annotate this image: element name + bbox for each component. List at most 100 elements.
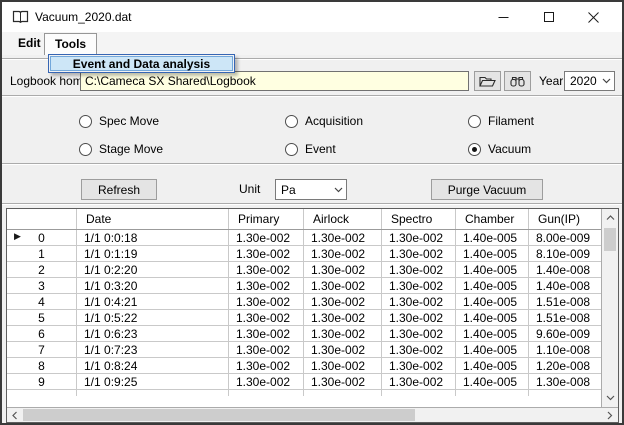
data-cell[interactable]: 1.51e-008 — [529, 310, 601, 325]
data-cell[interactable]: 1.30e-002 — [382, 294, 456, 309]
data-cell[interactable]: 1.30e-002 — [382, 374, 456, 389]
row-header-cell[interactable]: 1 — [7, 246, 77, 261]
row-header-cell[interactable]: 8 — [7, 358, 77, 373]
data-cell[interactable]: 1.20e-008 — [529, 358, 601, 373]
data-cell[interactable]: 1.40e-008 — [529, 262, 601, 277]
data-cell[interactable]: 1/1 0:0:18 — [77, 230, 229, 245]
data-cell[interactable]: 1.40e-005 — [456, 342, 529, 357]
data-cell[interactable]: 1/1 0:9:25 — [77, 374, 229, 389]
horizontal-scrollbar[interactable] — [7, 407, 618, 422]
data-cell[interactable]: 1.30e-002 — [382, 246, 456, 261]
purge-vacuum-button[interactable]: Purge Vacuum — [431, 179, 543, 200]
maximize-button[interactable] — [526, 2, 571, 32]
data-cell[interactable]: 9.60e-009 — [529, 326, 601, 341]
data-cell[interactable]: 1.40e-005 — [456, 374, 529, 389]
data-cell[interactable]: 1.40e-005 — [456, 230, 529, 245]
data-cell[interactable]: 1.30e-002 — [304, 310, 382, 325]
data-cell[interactable]: 1.30e-002 — [229, 310, 304, 325]
table-row[interactable]: 61/1 0:6:231.30e-0021.30e-0021.30e-0021.… — [7, 326, 601, 342]
data-cell[interactable]: 1.30e-002 — [229, 246, 304, 261]
year-select[interactable]: 2020 — [564, 71, 615, 91]
scroll-left-icon[interactable] — [7, 408, 23, 422]
data-cell[interactable]: 1/1 0:8:24 — [77, 358, 229, 373]
vertical-scroll-thumb[interactable] — [604, 228, 616, 251]
data-cell[interactable]: 1/1 0:6:23 — [77, 326, 229, 341]
data-cell[interactable]: 1/1 0:7:23 — [77, 342, 229, 357]
row-header-cell[interactable]: 6 — [7, 326, 77, 341]
close-button[interactable] — [571, 2, 616, 32]
scroll-down-icon[interactable] — [602, 390, 618, 406]
menu-item-event-and-data-analysis[interactable]: Event and Data analysis — [50, 56, 233, 71]
table-row[interactable]: 71/1 0:7:231.30e-0021.30e-0021.30e-0021.… — [7, 342, 601, 358]
table-row[interactable]: 41/1 0:4:211.30e-0021.30e-0021.30e-0021.… — [7, 294, 601, 310]
data-cell[interactable]: 1.30e-002 — [304, 294, 382, 309]
data-cell[interactable]: 1.30e-002 — [382, 342, 456, 357]
column-header-spectro[interactable]: Spectro — [382, 209, 456, 229]
data-cell[interactable]: 1/1 0:5:22 — [77, 310, 229, 325]
unit-select[interactable]: Pa — [275, 179, 347, 200]
radio-spec-move[interactable]: Spec Move — [79, 114, 159, 128]
table-row[interactable]: 81/1 0:8:241.30e-0021.30e-0021.30e-0021.… — [7, 358, 601, 374]
data-cell[interactable]: 1/1 0:1:19 — [77, 246, 229, 261]
data-cell[interactable]: 1.30e-002 — [229, 358, 304, 373]
column-header-rowselector[interactable] — [7, 209, 77, 229]
table-row[interactable]: 21/1 0:2:201.30e-0021.30e-0021.30e-0021.… — [7, 262, 601, 278]
data-cell[interactable]: 1.40e-008 — [529, 278, 601, 293]
search-logbook-button[interactable] — [504, 71, 531, 91]
data-cell[interactable]: 1.30e-002 — [382, 358, 456, 373]
data-cell[interactable]: 1.30e-002 — [382, 326, 456, 341]
data-cell[interactable]: 1.40e-005 — [456, 358, 529, 373]
radio-event[interactable]: Event — [285, 142, 336, 156]
data-cell[interactable]: 1.30e-002 — [304, 342, 382, 357]
data-cell[interactable]: 1.30e-002 — [304, 358, 382, 373]
menu-tools[interactable]: Tools — [44, 33, 97, 55]
data-cell[interactable]: 1/1 0:3:20 — [77, 278, 229, 293]
data-cell[interactable]: 1.30e-002 — [304, 374, 382, 389]
data-cell[interactable]: 1.30e-008 — [529, 374, 601, 389]
data-cell[interactable]: 1.30e-002 — [229, 278, 304, 293]
column-header-airlock[interactable]: Airlock — [304, 209, 382, 229]
data-cell[interactable]: 1.51e-008 — [529, 294, 601, 309]
table-row[interactable]: 51/1 0:5:221.30e-0021.30e-0021.30e-0021.… — [7, 310, 601, 326]
data-cell[interactable]: 1.30e-002 — [229, 262, 304, 277]
data-cell[interactable]: 8.00e-009 — [529, 230, 601, 245]
scroll-up-icon[interactable] — [602, 210, 618, 226]
data-cell[interactable]: 1.30e-002 — [229, 342, 304, 357]
data-cell[interactable]: 1.30e-002 — [304, 262, 382, 277]
row-header-cell[interactable]: 7 — [7, 342, 77, 357]
browse-folder-button[interactable] — [474, 71, 501, 91]
data-cell[interactable]: 1.40e-005 — [456, 310, 529, 325]
radio-acquisition[interactable]: Acquisition — [285, 114, 363, 128]
table-row[interactable]: 11/1 0:1:191.30e-0021.30e-0021.30e-0021.… — [7, 246, 601, 262]
radio-stage-move[interactable]: Stage Move — [79, 142, 163, 156]
data-cell[interactable]: 1.30e-002 — [382, 262, 456, 277]
data-cell[interactable]: 1.30e-002 — [229, 374, 304, 389]
data-cell[interactable]: 1.30e-002 — [304, 246, 382, 261]
horizontal-scroll-thumb[interactable] — [23, 409, 415, 421]
scroll-right-icon[interactable] — [602, 408, 618, 422]
table-row[interactable]: ▶01/1 0:0:181.30e-0021.30e-0021.30e-0021… — [7, 230, 601, 246]
vertical-scrollbar[interactable] — [601, 209, 618, 407]
row-header-cell[interactable]: 4 — [7, 294, 77, 309]
data-cell[interactable]: 1/1 0:2:20 — [77, 262, 229, 277]
data-cell[interactable]: 1.30e-002 — [304, 230, 382, 245]
data-cell[interactable]: 1.40e-005 — [456, 278, 529, 293]
column-header-chamber[interactable]: Chamber — [456, 209, 529, 229]
data-cell[interactable]: 1/1 0:4:21 — [77, 294, 229, 309]
data-cell[interactable]: 1.40e-005 — [456, 246, 529, 261]
table-row[interactable]: 31/1 0:3:201.30e-0021.30e-0021.30e-0021.… — [7, 278, 601, 294]
data-cell[interactable]: 1.40e-005 — [456, 294, 529, 309]
table-row[interactable]: 91/1 0:9:251.30e-0021.30e-0021.30e-0021.… — [7, 374, 601, 390]
data-cell[interactable]: 1.40e-005 — [456, 262, 529, 277]
data-cell[interactable]: 1.30e-002 — [304, 326, 382, 341]
row-header-cell[interactable]: 2 — [7, 262, 77, 277]
row-header-cell[interactable]: ▶0 — [7, 230, 77, 245]
radio-filament[interactable]: Filament — [468, 114, 534, 128]
data-cell[interactable]: 1.30e-002 — [229, 326, 304, 341]
data-cell[interactable]: 8.10e-009 — [529, 246, 601, 261]
refresh-button[interactable]: Refresh — [81, 179, 157, 200]
data-cell[interactable]: 1.30e-002 — [382, 230, 456, 245]
data-cell[interactable]: 1.30e-002 — [229, 230, 304, 245]
row-header-cell[interactable]: 3 — [7, 278, 77, 293]
radio-vacuum[interactable]: Vacuum — [468, 142, 531, 156]
